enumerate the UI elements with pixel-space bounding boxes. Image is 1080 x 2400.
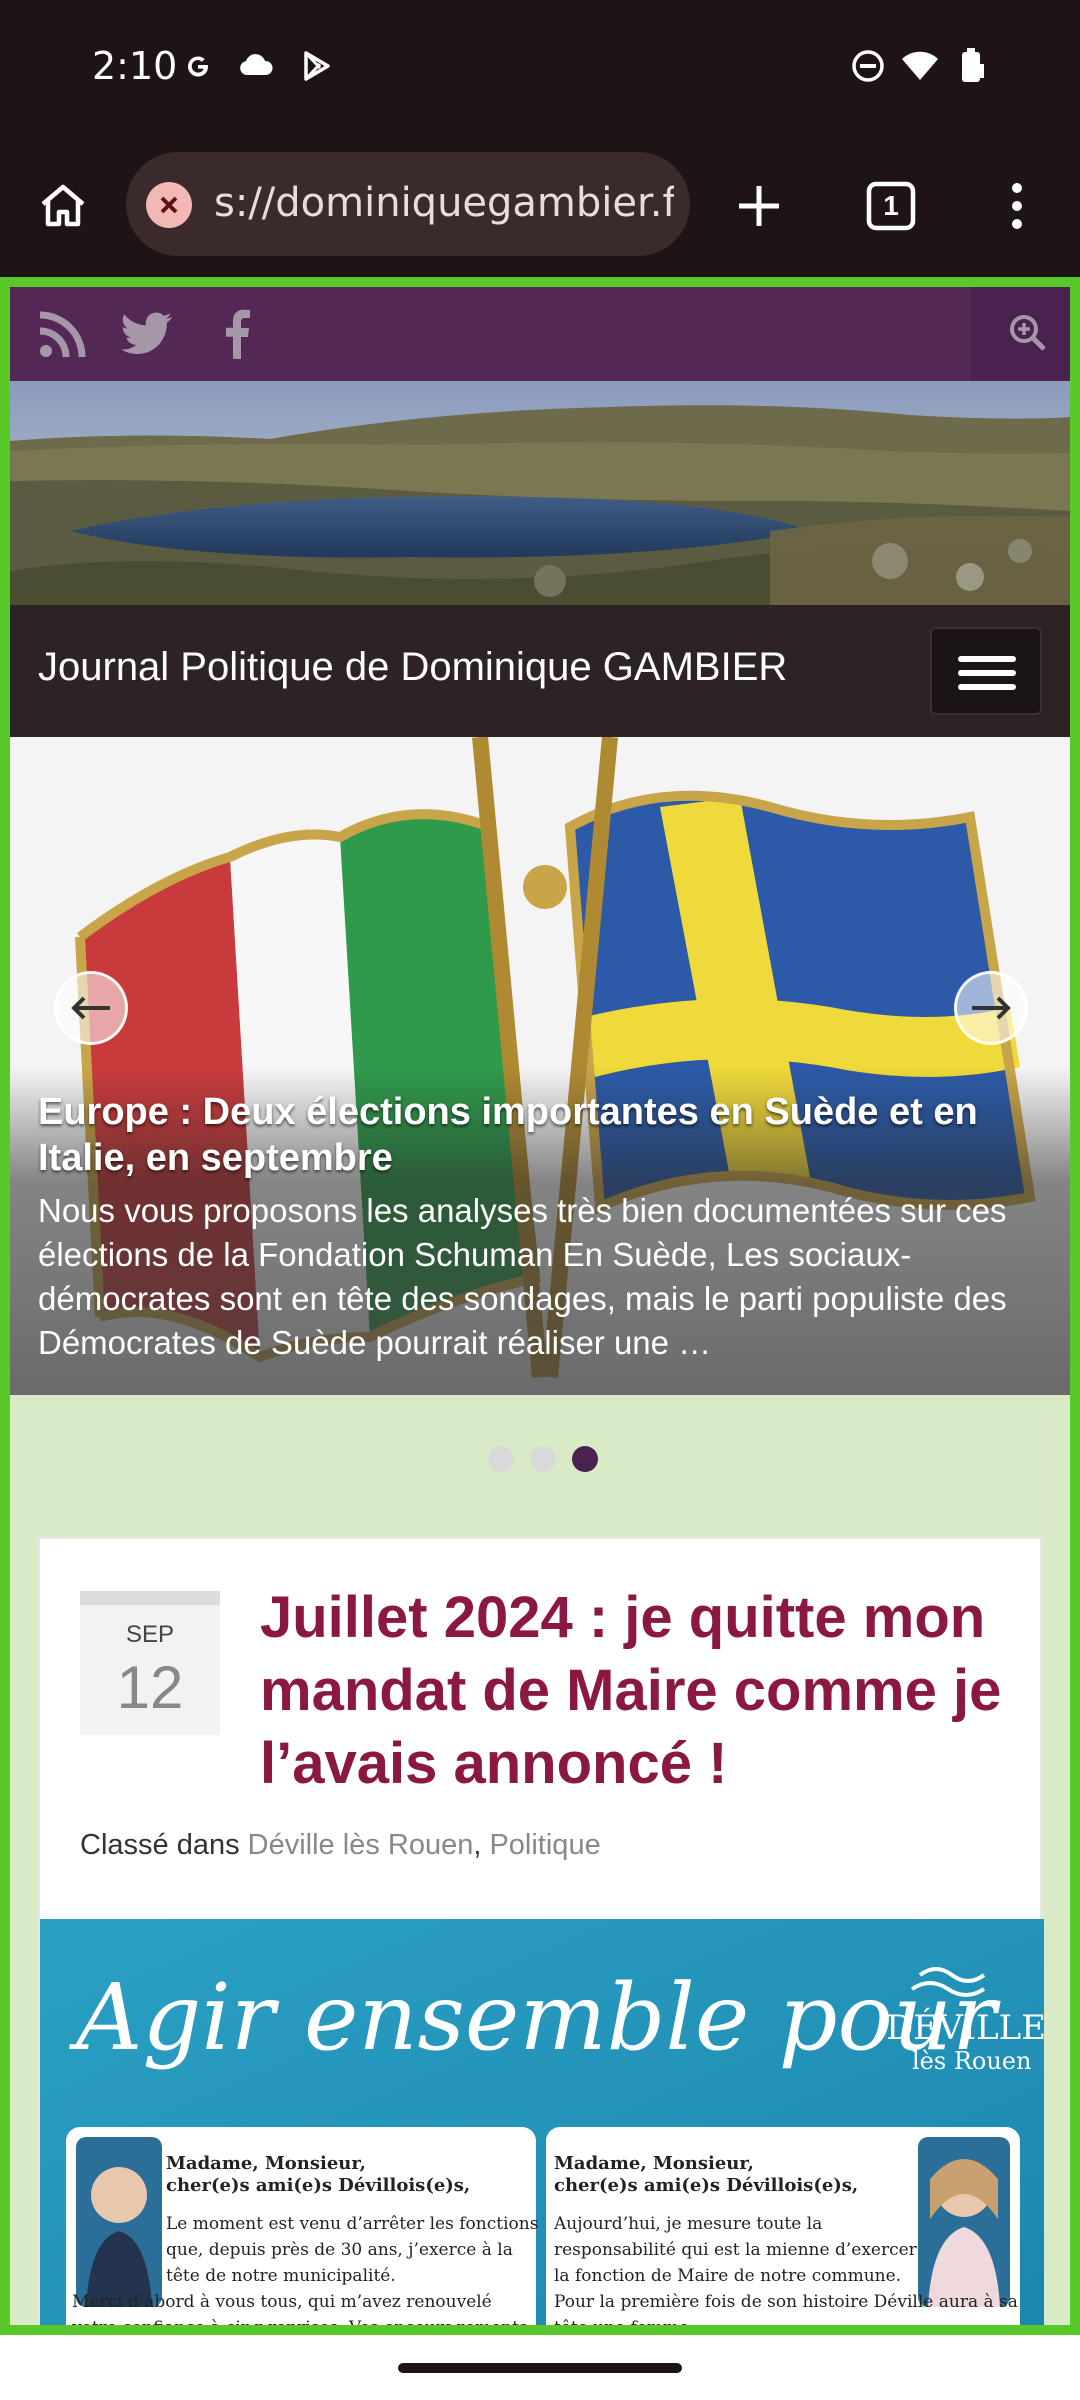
flyer-right-body1: Aujourd’hui, je mesure toute la: [553, 2214, 822, 2234]
new-tab-button[interactable]: [724, 171, 794, 241]
zoom-search-icon: [1010, 315, 1046, 351]
flyer-right-body4: Pour la première fois de son histoire Dé…: [554, 2292, 1018, 2312]
flyer-left-body4: Merci d’abord à vous tous, qui m’avez re…: [72, 2292, 492, 2312]
flyer-left-body3: tête de notre municipalité.: [166, 2266, 396, 2286]
menu-icon: [958, 656, 1016, 662]
gesture-nav-bar: [0, 2335, 1080, 2400]
clock: 2:10: [92, 44, 178, 88]
facebook-icon[interactable]: [210, 305, 266, 361]
post-date: SEP 12: [80, 1591, 220, 1735]
slider-prev-button[interactable]: [54, 971, 128, 1045]
arrow-right-icon: [972, 996, 1011, 1020]
flyer-logo-name: DÉVILLE: [886, 2007, 1044, 2048]
post-title[interactable]: Juillet 2024 : je quitte mon mandat de M…: [260, 1581, 1020, 1800]
home-button[interactable]: [28, 171, 98, 241]
menu-button[interactable]: [930, 627, 1042, 715]
flyer-left-body5: votre confiance à cinq reprises. Vos enc…: [71, 2318, 528, 2335]
twitter-icon[interactable]: [120, 305, 176, 361]
social-bar: [10, 287, 1070, 381]
site-title[interactable]: Journal Politique de Dominique GAMBIER: [38, 645, 787, 690]
category-link-deville[interactable]: Déville lès Rouen: [248, 1829, 474, 1861]
flyer-right-salutation2: cher(e)s ami(e)s Dévillois(e)s,: [554, 2175, 858, 2196]
slider-dot-1[interactable]: [488, 1446, 514, 1472]
search-toggle[interactable]: [970, 287, 1070, 381]
arrow-left-icon: [71, 996, 110, 1020]
slide-excerpt: Nous vous proposons les analyses très bi…: [38, 1192, 1007, 1361]
flyer-right-body3: la fonction de Maire de notre commune.: [554, 2266, 901, 2286]
post-featured-image[interactable]: Agir ensemble pour DÉVILLE lès Rouen Mad…: [40, 1919, 1044, 2335]
post-categories: Classé dans Déville lès Rouen, Politique: [80, 1829, 601, 1861]
slider-dot-3[interactable]: [572, 1446, 598, 1472]
more-icon: [1012, 183, 1022, 229]
flyer-left-body2: que, depuis près de 30 ans, j’exerce à l…: [166, 2240, 513, 2260]
categories-label: Classé dans: [80, 1829, 240, 1861]
flyer-left-body1: Le moment est venu d’arrêter les fonctio…: [166, 2214, 538, 2234]
slider-dots: [488, 1446, 598, 1476]
rss-icon[interactable]: [36, 305, 92, 361]
play-store-icon: [304, 51, 330, 81]
flyer-logo-sub: lès Rouen: [912, 2047, 1031, 2075]
security-warning-button[interactable]: [146, 182, 192, 228]
tab-switcher-button[interactable]: 1: [856, 171, 926, 241]
home-icon: [41, 184, 85, 227]
slide-title[interactable]: Europe : Deux élections importantes en S…: [38, 1089, 1038, 1181]
flyer-right-body2: responsabilité qui est la mienne d’exerc…: [554, 2240, 918, 2260]
flyer-headline: Agir ensemble pour: [68, 1964, 1001, 2071]
battery-icon: [962, 48, 984, 82]
flyer-right-salutation1: Madame, Monsieur,: [554, 2153, 754, 2174]
flyer-left-salutation1: Madame, Monsieur,: [166, 2153, 366, 2174]
wifi-icon: [902, 51, 938, 80]
dnd-icon: [852, 50, 884, 82]
cloud-icon: [240, 54, 273, 75]
slider-dot-2[interactable]: [530, 1446, 556, 1472]
post-date-day: 12: [116, 1654, 184, 1721]
home-gesture-handle[interactable]: [398, 2363, 682, 2373]
featured-slider[interactable]: Europe : Deux élections importantes en S…: [10, 737, 1070, 1395]
tab-count: 1: [883, 190, 899, 221]
google-icon: [187, 56, 208, 77]
flyer-right-body5: tête une femme.: [554, 2318, 695, 2335]
new-tab-icon: [739, 186, 779, 226]
header-banner-image: [10, 381, 1070, 605]
post-card: SEP 12 Juillet 2024 : je quitte mon mand…: [38, 1537, 1044, 2335]
site-header: Journal Politique de Dominique GAMBIER: [10, 605, 1070, 737]
url-text[interactable]: s://dominiquegambier.fr: [214, 180, 674, 226]
security-warning-icon: [160, 196, 178, 214]
post-date-month: SEP: [125, 1621, 175, 1648]
category-link-politique[interactable]: Politique: [489, 1829, 600, 1861]
flyer-left-salutation2: cher(e)s ami(e)s Dévillois(e)s,: [166, 2175, 470, 2196]
more-menu-button[interactable]: [982, 171, 1052, 241]
slider-next-button[interactable]: [954, 971, 1028, 1045]
url-bar[interactable]: s://dominiquegambier.fr: [126, 152, 690, 256]
web-page: Journal Politique de Dominique GAMBIER E…: [0, 277, 1080, 2335]
status-bar: 2:10: [0, 0, 1080, 135]
